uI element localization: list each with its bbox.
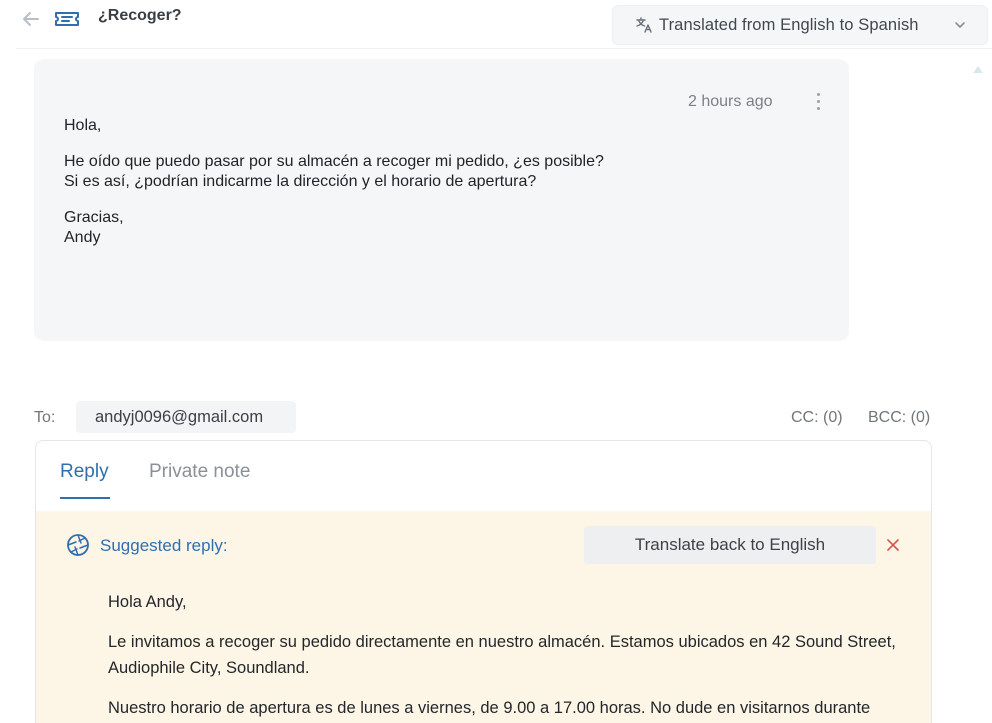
- message-paragraph: He oído que puedo pasar por su almacén a…: [64, 152, 604, 192]
- ticket-subject: ¿Recoger?: [98, 7, 182, 24]
- message-line: He oído que puedo pasar por su almacén a…: [64, 153, 604, 170]
- close-icon[interactable]: [885, 537, 901, 553]
- suggested-reply-label: Suggested reply:: [100, 536, 228, 555]
- suggested-reply-panel: Suggested reply: Translate back to Engli…: [36, 511, 931, 723]
- translate-icon: [636, 17, 652, 33]
- translate-back-button[interactable]: Translate back to English: [584, 526, 876, 564]
- more-options-icon[interactable]: [812, 91, 824, 111]
- ticket-icon: [55, 12, 79, 26]
- ai-aperture-icon: [67, 534, 89, 556]
- tab-private-note[interactable]: Private note: [149, 461, 250, 483]
- tab-reply[interactable]: Reply: [60, 461, 109, 483]
- bcc-toggle[interactable]: BCC: (0): [868, 409, 930, 427]
- scroll-up-icon[interactable]: [972, 64, 984, 74]
- reply-paragraph: Le invitamos a recoger su pedido directa…: [108, 633, 896, 677]
- message-greeting: Hola,: [64, 117, 102, 134]
- suggested-reply-text[interactable]: Hola Andy, Le invitamos a recoger su ped…: [108, 589, 920, 723]
- active-tab-indicator: [60, 497, 110, 499]
- reply-paragraph: Nuestro horario de apertura es de lunes …: [108, 699, 871, 717]
- message-body: Hola, He oído que puedo pasar por su alm…: [64, 116, 604, 264]
- message-signature: Andy: [64, 229, 101, 246]
- chevron-down-icon: [955, 22, 965, 28]
- cc-toggle[interactable]: CC: (0): [791, 409, 843, 427]
- back-arrow-icon[interactable]: [20, 8, 42, 30]
- message-line: Gracias,: [64, 209, 124, 226]
- to-label: To:: [34, 409, 56, 426]
- reply-paragraph: Hola Andy,: [108, 593, 187, 611]
- reply-editor: Reply Private note Suggested reply: Tran…: [35, 440, 932, 723]
- message-line: Si es así, ¿podrían indicarme la direcci…: [64, 173, 537, 190]
- message-timestamp: 2 hours ago: [688, 93, 773, 110]
- translation-label: Translated from English to Spanish: [659, 15, 919, 34]
- header-divider: [16, 48, 992, 49]
- message-signoff: Gracias, Andy: [64, 208, 604, 248]
- translation-dropdown[interactable]: Translated from English to Spanish: [612, 5, 988, 45]
- recipient-chip[interactable]: andyj0096@gmail.com: [76, 401, 296, 433]
